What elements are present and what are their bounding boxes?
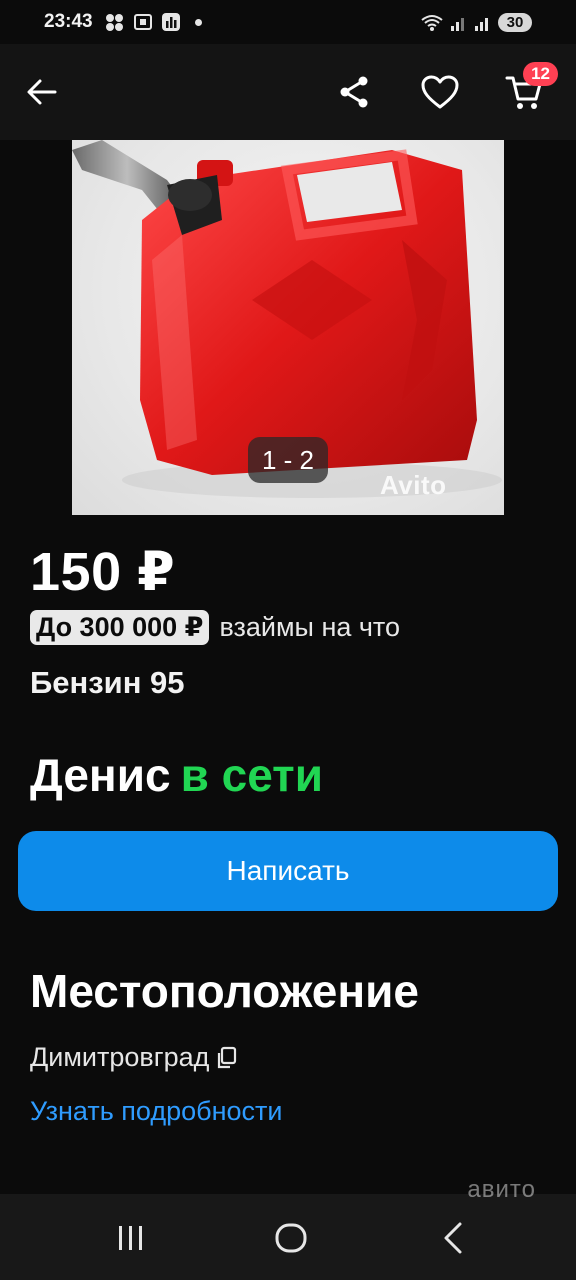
apps-icon — [105, 14, 123, 31]
seller-name: Денис — [30, 749, 171, 801]
share-icon — [340, 76, 368, 108]
location-details-link[interactable]: Узнать подробности — [30, 1096, 282, 1127]
recents-icon — [119, 1226, 142, 1250]
write-message-button[interactable]: Написать — [18, 831, 558, 911]
favorite-button[interactable] — [416, 68, 464, 116]
listing-title: Бензин 95 — [30, 665, 185, 700]
cart-button[interactable]: 12 — [500, 62, 558, 116]
arrow-left-icon — [27, 79, 57, 105]
status-notification-icons — [105, 12, 202, 32]
chart-app-icon — [161, 13, 180, 31]
copy-icon[interactable] — [215, 1046, 237, 1070]
seller-online-status: в сети — [180, 749, 323, 801]
heart-icon — [421, 75, 459, 109]
status-time: 23:43 — [44, 11, 93, 32]
location-heading: Местоположение — [30, 965, 419, 1017]
recents-button[interactable] — [106, 1216, 156, 1260]
avito-nav-watermark: авито — [467, 1176, 536, 1203]
screen: 23:43 30 12 1 - 2 Avito 150 ₽ До 300 000… — [0, 0, 576, 1280]
system-back-button[interactable] — [428, 1216, 478, 1260]
home-icon — [275, 1223, 307, 1253]
system-nav-bar: авито — [0, 1176, 576, 1280]
more-notifications-dot — [194, 18, 202, 26]
loan-amount-chip: До 300 000 ₽ — [30, 610, 210, 645]
cart-count-badge: 12 — [523, 62, 558, 86]
status-bar: 23:43 30 — [0, 0, 576, 44]
home-button[interactable] — [266, 1216, 316, 1260]
listing-price: 150 ₽ — [30, 542, 176, 602]
image-counter: 1 - 2 — [248, 437, 328, 483]
wifi-icon — [421, 15, 443, 31]
signal-icon-1 — [451, 18, 464, 31]
screenshot-icon — [133, 14, 152, 30]
battery-indicator: 30 — [498, 12, 532, 32]
location-city-row[interactable]: Димитровград — [30, 1042, 237, 1073]
app-bar: 12 — [0, 44, 576, 140]
loan-offer-text: взаймы на что — [219, 612, 401, 642]
location-city: Димитровград — [30, 1042, 210, 1072]
chevron-left-icon — [444, 1222, 462, 1254]
loan-offer[interactable]: До 300 000 ₽ взаймы на что — [30, 610, 400, 645]
share-button[interactable] — [330, 68, 378, 116]
write-message-label: Написать — [226, 855, 350, 886]
avito-watermark-text: Avito — [380, 470, 447, 500]
signal-icon-2 — [475, 18, 488, 31]
seller-info[interactable]: Денис в сети — [30, 748, 323, 802]
status-system-icons: 30 — [420, 12, 532, 32]
avito-watermark: Avito — [380, 470, 447, 501]
back-button[interactable] — [18, 68, 66, 116]
